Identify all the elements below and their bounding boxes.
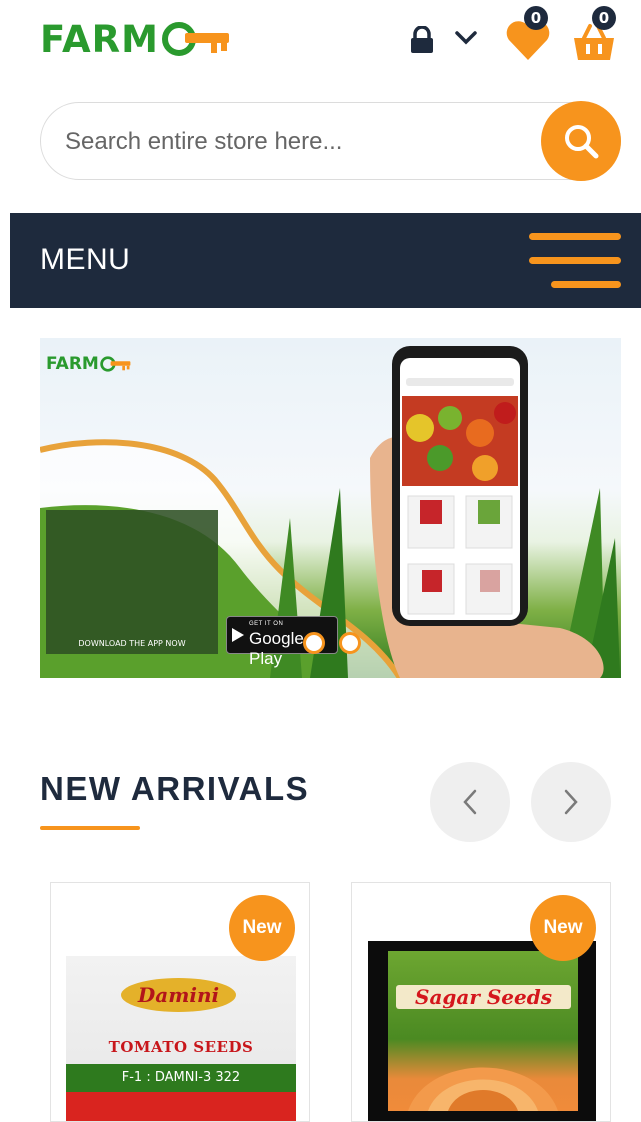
section-underline xyxy=(40,826,140,830)
new-badge: New xyxy=(530,895,596,961)
key-icon xyxy=(161,22,229,56)
lock-icon[interactable] xyxy=(410,26,434,54)
product-image[interactable]: Damini TOMATO SEEDS F-1 : DAMNI-3 322 xyxy=(66,956,296,1121)
carousel-prev-button[interactable] xyxy=(430,762,510,842)
banner-dl-text: DOWNLOAD THE APP NOW xyxy=(78,639,186,648)
banner-info-box: DOWNLOAD THE APP NOW xyxy=(46,510,218,654)
product-brand: Sagar Seeds xyxy=(396,985,571,1009)
packet-green-panel: Sagar Seeds xyxy=(388,951,578,1111)
hamburger-line xyxy=(551,281,621,288)
hamburger-line xyxy=(529,233,621,240)
section-title: NEW ARRIVALS xyxy=(40,770,310,807)
carousel-dot-active[interactable] xyxy=(303,632,325,654)
search-icon xyxy=(565,125,599,159)
hamburger-menu-button[interactable] xyxy=(529,233,621,289)
product-variety: F-1 : DAMNI-3 322 xyxy=(66,1064,296,1092)
banner-logo: FARM xyxy=(46,354,133,374)
chevron-right-icon xyxy=(564,789,578,815)
chevron-left-icon xyxy=(463,789,477,815)
menu-bar: MENU xyxy=(10,213,641,308)
search-bar xyxy=(40,102,621,180)
product-image[interactable]: Sagar Seeds xyxy=(368,941,596,1121)
product-brand: Damini xyxy=(121,978,236,1012)
menu-label: MENU xyxy=(40,243,131,276)
key-icon xyxy=(100,356,131,372)
product-card[interactable]: Damini TOMATO SEEDS F-1 : DAMNI-3 322 Ne… xyxy=(50,882,310,1122)
site-logo[interactable]: FARM xyxy=(40,14,250,64)
search-button[interactable] xyxy=(541,101,621,181)
google-play-small-text: GET IT ON xyxy=(249,621,284,627)
hero-banner[interactable]: FARM DOWNLOAD THE APP NOW GET IT ON Goog… xyxy=(40,338,621,678)
wishlist-count-badge: 0 xyxy=(524,6,548,30)
packet-red-band xyxy=(66,1092,296,1121)
cart-count-badge: 0 xyxy=(592,6,616,30)
chevron-down-icon[interactable] xyxy=(455,30,477,46)
carousel-dot[interactable] xyxy=(339,632,361,654)
carousel-next-button[interactable] xyxy=(531,762,611,842)
new-badge: New xyxy=(229,895,295,961)
melon-illustration xyxy=(408,1067,558,1111)
play-store-icon xyxy=(232,628,244,642)
search-input[interactable] xyxy=(63,121,537,163)
google-play-big-text: Google Play xyxy=(249,629,304,668)
product-label: TOMATO SEEDS xyxy=(108,1038,254,1056)
logo-text: FARM xyxy=(40,17,159,61)
banner-logo-text: FARM xyxy=(46,354,99,374)
hamburger-line xyxy=(529,257,621,264)
product-card[interactable]: Sagar Seeds New xyxy=(351,882,611,1122)
